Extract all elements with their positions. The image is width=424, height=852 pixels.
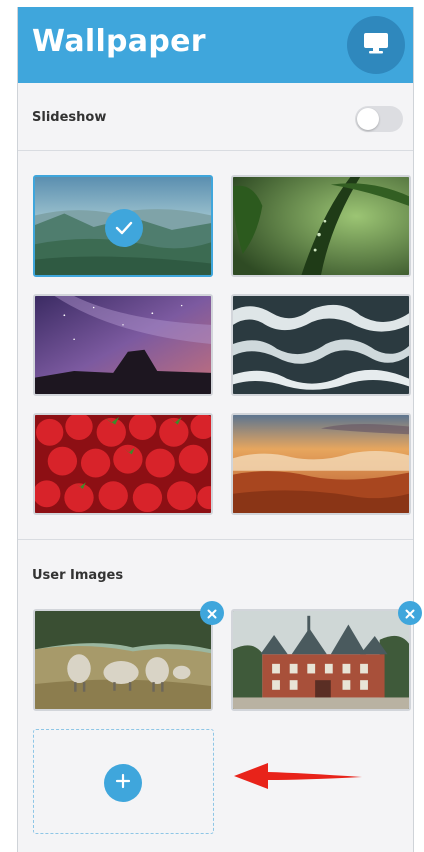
wallpaper-sunset-clouds[interactable]: [231, 413, 411, 515]
section-divider: [18, 539, 413, 540]
monitor-icon: [363, 31, 389, 59]
toggle-knob: [357, 108, 379, 130]
page-title: Wallpaper: [32, 24, 206, 59]
user-image-castle[interactable]: [231, 609, 411, 711]
wallpaper-strawberries[interactable]: [33, 413, 213, 515]
remove-user-image-button[interactable]: [200, 601, 224, 625]
add-image-tile[interactable]: [33, 729, 214, 834]
close-icon: [207, 604, 217, 623]
header-bar: Wallpaper: [18, 7, 413, 83]
checkmark-icon: [115, 221, 133, 235]
user-image-sheep-field[interactable]: [33, 609, 213, 711]
selected-check-badge: [105, 209, 143, 247]
wallpaper-panel: Wallpaper Slideshow User Images: [17, 7, 422, 852]
user-images-label: User Images: [32, 568, 124, 583]
annotation-arrow-icon: [234, 763, 362, 789]
slideshow-toggle[interactable]: [355, 106, 403, 132]
wallpaper-milky-way[interactable]: [33, 294, 213, 396]
slideshow-row: Slideshow: [18, 83, 413, 151]
wallpaper-mountain-valley[interactable]: [33, 175, 213, 277]
wallpaper-green-leaf[interactable]: [231, 175, 411, 277]
slideshow-label: Slideshow: [32, 110, 107, 125]
wallpaper-ocean-waves[interactable]: [231, 294, 411, 396]
plus-icon: [115, 773, 131, 793]
display-button[interactable]: [347, 16, 405, 74]
close-icon: [405, 604, 415, 623]
add-image-button[interactable]: [104, 764, 142, 802]
remove-user-image-button[interactable]: [398, 601, 422, 625]
